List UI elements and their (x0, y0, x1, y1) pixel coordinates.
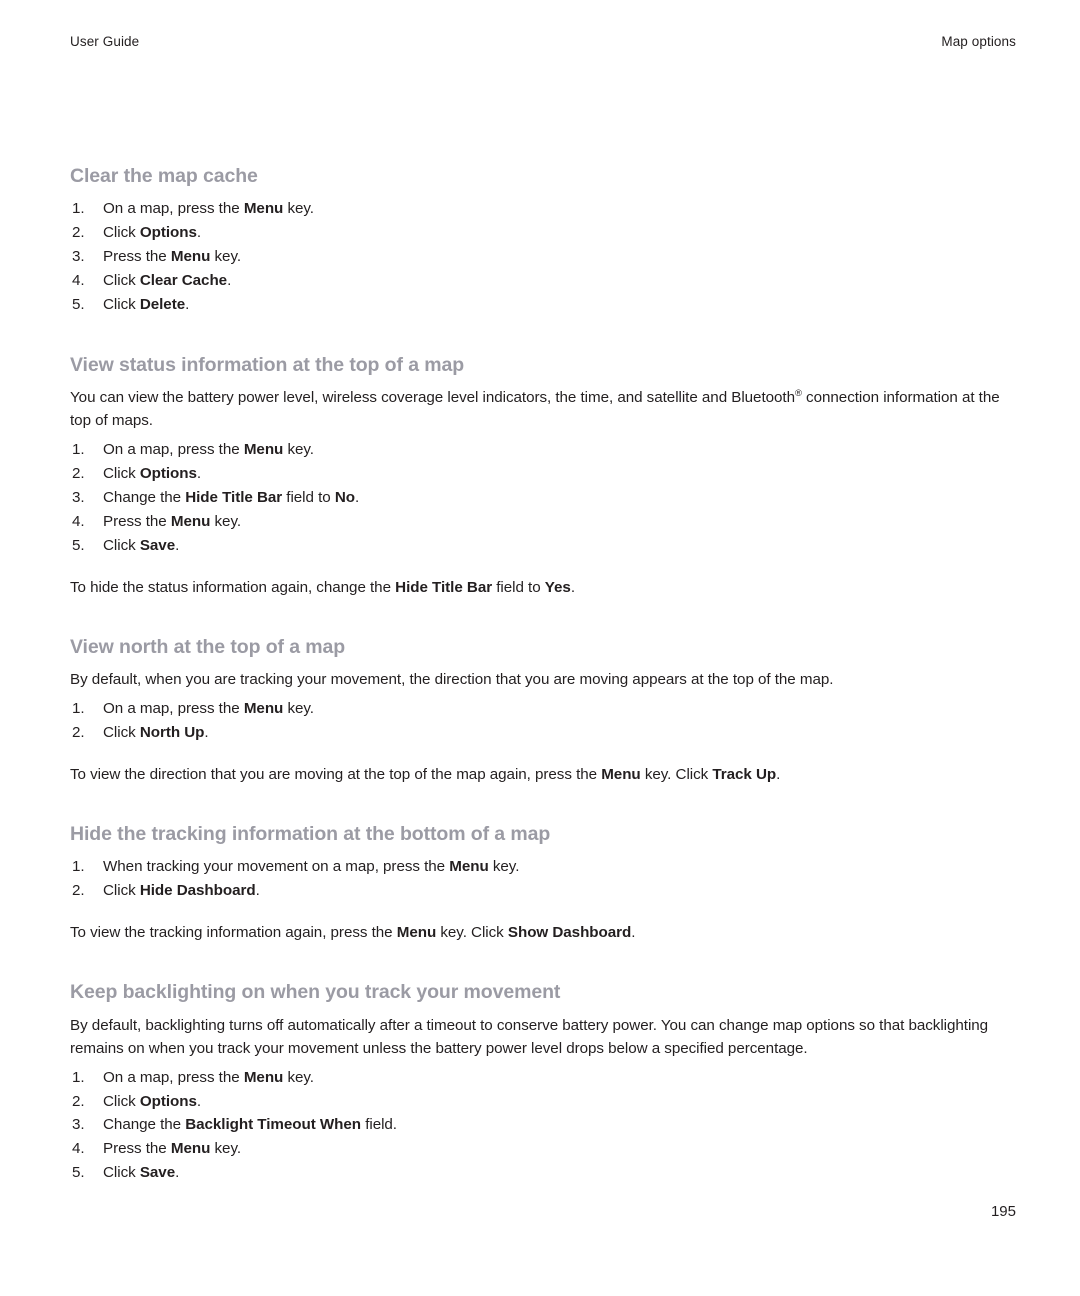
step-list: 1. On a map, press the Menu key. 2. Click N… (70, 697, 1016, 745)
step-number: 3. (72, 488, 85, 506)
emphasis-term: Options (139, 465, 197, 483)
step-number: 1. (72, 1068, 85, 1086)
doc-section: View north at the top of a map By default… (70, 636, 1016, 786)
doc-section: View status information at the top of a … (70, 354, 1016, 599)
step-item: 1. When tracking your movement on a map, … (70, 855, 1016, 879)
step-item: 1. On a map, press the Menu key. (70, 1066, 1016, 1090)
step-item: 2. Click North Up. (70, 721, 1016, 745)
step-list: 1. When tracking your movement on a map, … (70, 855, 1016, 903)
emphasis-term: Menu (170, 248, 211, 266)
step-number: 1. (72, 200, 85, 218)
step-item: 3. Change the Hide Title Bar field to No. (70, 486, 1016, 510)
step-number: 4. (72, 1140, 85, 1158)
section-note-paragraph: To view the direction that you are movin… (70, 765, 781, 783)
emphasis-term: Options (139, 224, 197, 242)
emphasis-term: Clear Cache (139, 271, 228, 289)
step-item: 3. Change the Backlight Timeout When fiel… (70, 1113, 1016, 1137)
emphasis-term: Backlight Timeout When (185, 1116, 362, 1134)
emphasis-term: Delete (139, 295, 186, 313)
section-intro-paragraph: By default, when you are tracking your m… (70, 671, 834, 689)
step-item: 2. Click Options. (70, 462, 1016, 486)
section-heading: Clear the map cache (70, 165, 258, 187)
section-heading: View status information at the top of a … (70, 353, 465, 376)
section-heading: View north at the top of a map (70, 635, 346, 658)
emphasis-term: Menu (243, 700, 284, 718)
emphasis-term: Hide Title Bar (395, 578, 493, 596)
step-list: 1. On a map, press the Menu key. 2. Click O… (70, 197, 1016, 316)
emphasis-term: Track Up (712, 765, 777, 783)
step-item: 5. Click Save. (70, 534, 1016, 558)
step-item: 2. Click Options. (70, 221, 1016, 245)
running-head-right: Map options (941, 34, 1016, 49)
emphasis-term: Menu (243, 200, 284, 218)
emphasis-term: Show Dashboard (507, 924, 632, 942)
step-number: 1. (72, 858, 85, 876)
doc-section: Clear the map cache 1. On a map, press the… (70, 165, 1016, 317)
section-note-paragraph: To view the tracking information again, … (70, 924, 636, 942)
step-item: 3. Press the Menu key. (70, 245, 1016, 269)
step-number: 1. (72, 441, 85, 459)
step-item: 2. Click Options. (70, 1090, 1016, 1114)
emphasis-term: Save (139, 1164, 176, 1182)
step-number: 2. (72, 465, 85, 483)
step-number: 3. (72, 248, 85, 266)
step-item: 1. On a map, press the Menu key. (70, 438, 1016, 462)
emphasis-term: Menu (243, 1068, 284, 1086)
page-number: 195 (990, 1203, 1016, 1220)
emphasis-term: Options (139, 1092, 197, 1110)
step-number: 2. (72, 1092, 85, 1110)
section-intro-paragraph: By default, backlighting turns off autom… (70, 1016, 989, 1057)
step-item: 5. Click Delete. (70, 293, 1016, 317)
emphasis-term: Menu (396, 924, 437, 942)
emphasis-term: Hide Dashboard (139, 882, 256, 900)
emphasis-term: North Up (139, 724, 205, 741)
step-item: 4. Click Clear Cache. (70, 269, 1016, 293)
step-number: 5. (72, 295, 85, 313)
document-page: User Guide Map options Clear the map cac… (0, 0, 1080, 1296)
section-note-paragraph: To hide the status information again, ch… (70, 578, 575, 596)
step-item: 1. On a map, press the Menu key. (70, 197, 1016, 221)
step-number: 1. (72, 700, 85, 718)
emphasis-term: Menu (243, 441, 284, 459)
section-heading: Keep backlighting on when you track your… (70, 981, 561, 1004)
emphasis-term: Save (139, 536, 176, 554)
doc-section: Hide the tracking information at the bot… (70, 823, 1016, 944)
emphasis-term: Yes (544, 578, 571, 596)
emphasis-term: No (334, 488, 355, 506)
step-item: 4. Press the Menu key. (70, 1137, 1016, 1161)
step-list: 1. On a map, press the Menu key. 2. Click O… (70, 1066, 1016, 1185)
step-number: 2. (72, 724, 85, 741)
step-number: 4. (72, 512, 85, 530)
section-intro-paragraph: You can view the battery power level, wi… (70, 387, 1000, 430)
section-heading: Hide the tracking information at the bot… (70, 822, 551, 845)
step-item: 4. Press the Menu key. (70, 510, 1016, 534)
step-item: 5. Click Save. (70, 1161, 1016, 1185)
step-list: 1. On a map, press the Menu key. 2. Click O… (70, 438, 1016, 557)
registered-trademark-icon: ® (795, 387, 802, 399)
step-number: 3. (72, 1116, 85, 1134)
step-number: 4. (72, 271, 85, 289)
step-number: 2. (72, 882, 85, 900)
step-number: 5. (72, 1164, 85, 1182)
doc-section: Keep backlighting on when you track your… (70, 981, 1016, 1185)
emphasis-term: Menu (170, 512, 211, 530)
running-head: User Guide Map options (70, 34, 1016, 52)
step-number: 2. (72, 224, 85, 242)
step-number: 5. (72, 536, 85, 554)
step-item: 1. On a map, press the Menu key. (70, 697, 1016, 721)
emphasis-term: Hide Title Bar (185, 488, 283, 506)
page-content: Clear the map cache 1. On a map, press the… (70, 165, 1016, 1185)
emphasis-term: Menu (449, 858, 489, 876)
running-head-left: User Guide (70, 34, 140, 49)
emphasis-term: Menu (170, 1140, 211, 1158)
step-item: 2. Click Hide Dashboard. (70, 879, 1016, 903)
emphasis-term: Menu (601, 765, 641, 783)
